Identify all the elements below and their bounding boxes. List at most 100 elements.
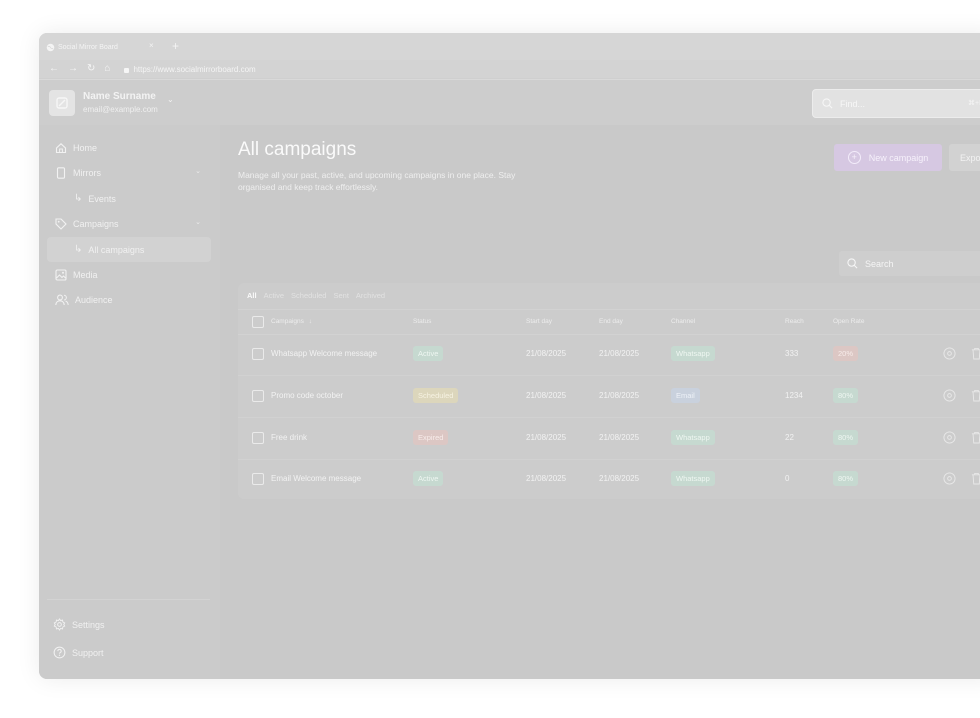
image-icon <box>55 268 67 281</box>
page-title: All campaigns <box>238 139 357 160</box>
new-campaign-button[interactable]: + New campaign <box>834 144 942 171</box>
user-name[interactable]: Name Surname <box>83 91 156 102</box>
trash-icon[interactable] <box>971 347 980 360</box>
shortcut-hint: ⌘+K <box>968 100 980 107</box>
chevron-down-icon[interactable]: ⌄ <box>195 167 201 175</box>
sub-arrow-icon: ↳ <box>74 193 83 204</box>
trash-icon[interactable] <box>971 472 980 485</box>
sidebar-item-media[interactable]: Media <box>47 262 211 287</box>
open-rate-badge: 80% <box>833 430 859 445</box>
sidebar-item-all-campaigns[interactable]: ↳ All campaigns <box>47 237 211 262</box>
reload-icon[interactable]: ↻ <box>87 64 95 74</box>
reach-value: 1234 <box>785 391 803 400</box>
row-checkbox[interactable] <box>252 348 264 360</box>
url-field[interactable]: https://www.socialmirrorboard.com <box>124 64 256 74</box>
end-day: 21/08/2025 <box>599 391 640 400</box>
export-button[interactable]: Export <box>949 144 980 171</box>
tab-scheduled[interactable]: Scheduled <box>291 291 326 300</box>
sidebar-item-label: Media <box>73 269 98 280</box>
row-checkbox[interactable] <box>252 432 264 444</box>
open-rate-badge: 20% <box>833 346 859 361</box>
row-checkbox[interactable] <box>252 390 264 402</box>
trash-icon[interactable] <box>971 431 980 444</box>
tab-all[interactable]: All <box>247 291 257 300</box>
main-content: All campaigns Manage all your past, acti… <box>220 125 980 679</box>
globe-icon <box>46 43 55 52</box>
table-row[interactable]: Promo code october Scheduled 21/08/2025 … <box>238 376 980 418</box>
sidebar-item-label: Settings <box>72 619 105 630</box>
sidebar-item-support[interactable]: Support <box>45 640 209 665</box>
sidebar-item-label: Events <box>88 193 116 204</box>
campaign-name[interactable]: Free drink <box>271 433 307 442</box>
select-all-checkbox[interactable] <box>252 316 264 328</box>
tag-icon <box>55 217 67 230</box>
campaigns-table: All Active Scheduled Sent Archived Campa… <box>238 283 980 499</box>
column-start-day: Start day <box>526 318 553 325</box>
app-header: Name Surname email@example.com ⌄ Find...… <box>39 79 980 126</box>
view-icon[interactable] <box>943 472 956 485</box>
view-icon[interactable] <box>943 431 956 444</box>
tab-archived[interactable]: Archived <box>356 291 385 300</box>
search-input[interactable]: Search <box>839 251 980 276</box>
browser-window: Social Mirror Board × + — ← → ↻ ⌂ https:… <box>39 33 980 679</box>
column-reach: Reach <box>785 318 804 325</box>
lock-icon <box>124 67 130 73</box>
search-icon <box>822 98 833 109</box>
sidebar-item-campaigns[interactable]: Campaigns ⌄ <box>47 211 211 236</box>
sidebar-item-label: Home <box>73 142 98 153</box>
sort-arrow-icon: ↓ <box>308 318 312 325</box>
sidebar-item-label: All campaigns <box>88 244 145 255</box>
campaign-name[interactable]: Promo code october <box>271 391 343 400</box>
reach-value: 22 <box>785 433 794 442</box>
row-checkbox[interactable] <box>252 473 264 485</box>
table-row[interactable]: Whatsapp Welcome message Active 21/08/20… <box>238 334 980 376</box>
mirror-icon <box>56 166 66 179</box>
reach-value: 333 <box>785 349 799 358</box>
table-row[interactable]: Free drink Expired 21/08/2025 21/08/2025… <box>238 418 980 460</box>
filter-tabs: All Active Scheduled Sent Archived <box>247 291 385 300</box>
view-icon[interactable] <box>943 389 956 402</box>
tab-active[interactable]: Active <box>264 291 284 300</box>
home-browser-icon[interactable]: ⌂ <box>104 64 110 74</box>
workspace-logo[interactable] <box>49 90 75 116</box>
channel-badge: Whatsapp <box>671 471 715 486</box>
users-icon <box>55 294 69 305</box>
column-label: Campaigns <box>271 318 304 325</box>
open-rate-badge: 80% <box>833 388 859 403</box>
address-bar: ← → ↻ ⌂ https://www.socialmirrorboard.co… <box>39 60 980 78</box>
column-channel: Channel <box>671 318 696 325</box>
forward-icon[interactable]: → <box>68 64 78 74</box>
start-day: 21/08/2025 <box>526 349 567 358</box>
start-day: 21/08/2025 <box>526 391 567 400</box>
user-email: email@example.com <box>83 105 158 114</box>
sidebar-item-events[interactable]: ↳ Events <box>47 186 211 211</box>
campaign-name[interactable]: Whatsapp Welcome message <box>271 349 377 358</box>
chevron-down-icon[interactable]: ⌄ <box>167 95 174 104</box>
tab-strip: Social Mirror Board × + — <box>39 33 980 60</box>
column-status: Status <box>413 318 432 325</box>
tab-close-button[interactable]: × <box>149 41 154 50</box>
campaign-name[interactable]: Email Welcome message <box>271 474 361 483</box>
sidebar-item-home[interactable]: Home <box>47 135 211 160</box>
sidebar-item-label: Campaigns <box>73 218 119 229</box>
sidebar-item-mirrors[interactable]: Mirrors ⌄ <box>47 160 211 185</box>
sidebar-divider <box>47 599 210 600</box>
chevron-down-icon[interactable]: ⌄ <box>195 218 201 226</box>
end-day: 21/08/2025 <box>599 433 640 442</box>
tab-sent[interactable]: Sent <box>333 291 348 300</box>
url-text: https://www.socialmirrorboard.com <box>133 64 256 74</box>
back-icon[interactable]: ← <box>49 64 59 74</box>
browser-tab[interactable]: Social Mirror Board <box>46 39 161 56</box>
channel-badge: Whatsapp <box>671 430 715 445</box>
trash-icon[interactable] <box>971 389 980 402</box>
table-row[interactable]: Email Welcome message Active 21/08/2025 … <box>238 459 980 500</box>
sidebar-item-settings[interactable]: Settings <box>45 612 209 637</box>
column-campaigns[interactable]: Campaigns ↓ <box>271 318 312 325</box>
channel-badge: Whatsapp <box>671 346 715 361</box>
sidebar-item-audience[interactable]: Audience <box>47 287 211 312</box>
sub-arrow-icon: ↳ <box>74 244 83 255</box>
search-icon <box>847 258 858 269</box>
view-icon[interactable] <box>943 347 956 360</box>
new-tab-button[interactable]: + <box>172 39 179 53</box>
find-input[interactable]: Find... ⌘+K <box>812 89 980 118</box>
